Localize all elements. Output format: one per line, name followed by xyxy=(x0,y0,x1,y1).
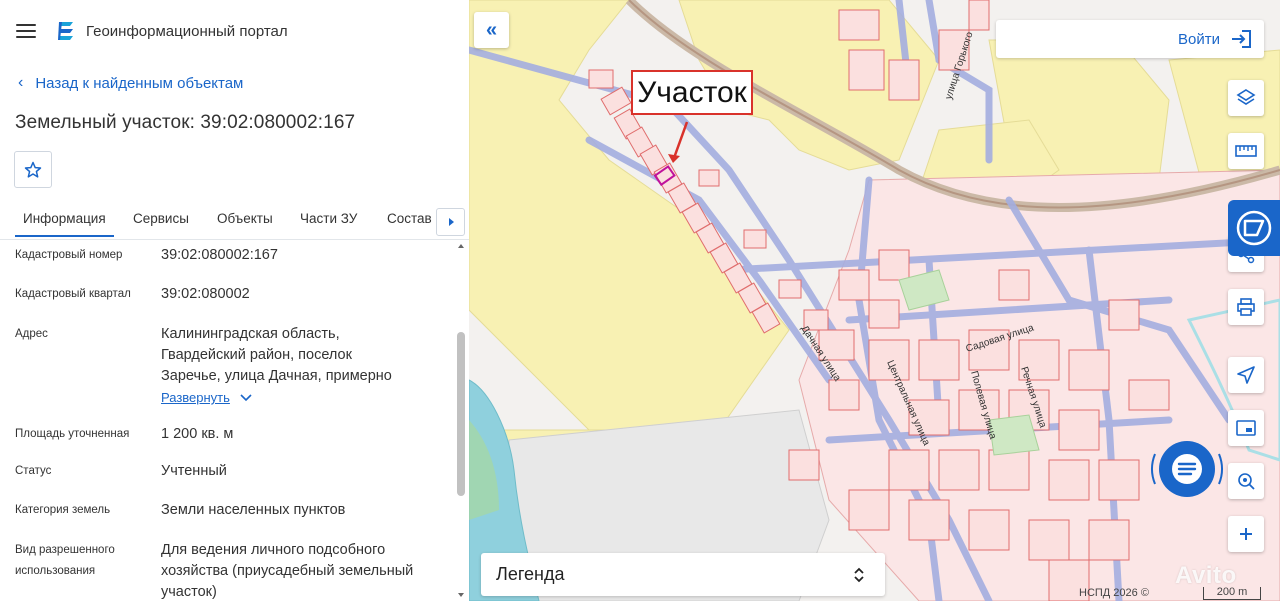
app-title: Геоинформационный портал xyxy=(86,22,288,40)
info-value: 1 200 кв. м xyxy=(161,426,234,442)
login-label: Войти xyxy=(1178,30,1220,48)
info-label: Вид разрешенного использования xyxy=(15,540,155,582)
back-to-results-link[interactable]: ‹ Назад к найденным объектам xyxy=(18,74,243,92)
layers-button[interactable] xyxy=(1228,80,1264,116)
chat-button[interactable] xyxy=(1147,434,1227,504)
info-value: Для ведения личного подсобного хозяйства… xyxy=(161,540,451,601)
info-label: Адрес xyxy=(15,328,48,340)
tab-parts[interactable]: Части ЗУ xyxy=(300,211,357,226)
value-line: Для ведения личного подсобного xyxy=(161,542,386,558)
zoom-in-icon xyxy=(1240,528,1252,540)
zoom-in-button[interactable] xyxy=(1228,516,1264,552)
info-list: Кадастровый номер 39:02:080002:167 Кадас… xyxy=(0,240,455,601)
chevron-down-icon xyxy=(240,393,252,401)
map-scale-bar: 200 m xyxy=(1203,587,1261,600)
search-location-icon xyxy=(1238,473,1255,490)
info-label: Кадастровый номер xyxy=(15,249,123,261)
favorite-button[interactable] xyxy=(14,151,52,188)
value-line: хозяйства (приусадебный земельный xyxy=(161,563,414,579)
label-line: Вид разрешенного xyxy=(15,544,115,556)
tab-services[interactable]: Сервисы xyxy=(133,211,189,226)
minimap-icon xyxy=(1236,420,1256,436)
collapse-panel-button[interactable]: « xyxy=(474,12,509,48)
hamburger-menu-icon[interactable] xyxy=(16,24,36,38)
info-scrollbar[interactable] xyxy=(455,240,467,601)
expand-address-link[interactable]: Развернуть xyxy=(161,387,252,408)
address-line: Гвардейский район, поселок xyxy=(161,347,352,363)
print-button[interactable] xyxy=(1228,289,1264,325)
chevron-left-icon: ‹ xyxy=(18,74,24,91)
info-label: Кадастровый квартал xyxy=(15,288,131,300)
expand-collapse-icon xyxy=(854,567,864,582)
info-value: Учтенный xyxy=(161,463,227,479)
info-value: Земли населенных пунктов xyxy=(161,502,346,518)
tab-composition[interactable]: Состав xyxy=(387,211,432,226)
legend-label: Легенда xyxy=(496,564,565,584)
info-label: Статус xyxy=(15,465,52,477)
feedback-widget-button[interactable] xyxy=(1228,200,1280,256)
minimap-button[interactable] xyxy=(1228,410,1264,446)
top-bar: Геоинформационный портал xyxy=(0,0,469,62)
label-line: использования xyxy=(15,565,96,577)
tab-information[interactable]: Информация xyxy=(15,211,114,237)
navigate-icon xyxy=(1237,366,1255,384)
login-button[interactable]: Войти xyxy=(996,20,1264,58)
expand-label: Развернуть xyxy=(161,390,230,405)
layers-icon xyxy=(1236,89,1256,105)
tab-objects[interactable]: Объекты xyxy=(217,211,273,226)
portal-logo-icon xyxy=(58,22,73,40)
portal-badge-icon xyxy=(1236,210,1272,246)
address-line: Заречье, улица Дачная, примерно xyxy=(161,368,392,384)
ruler-icon xyxy=(1235,145,1257,157)
info-label: Категория земель xyxy=(15,504,111,516)
scroll-down-arrow-icon[interactable] xyxy=(458,593,464,597)
login-icon xyxy=(1232,30,1251,48)
page-title: Земельный участок: 39:02:080002:167 xyxy=(15,112,356,133)
scrollbar-thumb[interactable] xyxy=(457,332,465,496)
scroll-up-arrow-icon[interactable] xyxy=(458,244,464,248)
legend-dropdown[interactable]: Легенда xyxy=(481,553,885,596)
tab-bar: Информация Сервисы Объекты Части ЗУ Сост… xyxy=(0,204,469,240)
value-line: участок) xyxy=(161,584,217,600)
info-label: Площадь уточненная xyxy=(15,428,130,440)
map-canvas[interactable]: улица Горького Дачная улица Садовая улиц… xyxy=(469,0,1280,601)
tabs-scroll-right-button[interactable] xyxy=(436,208,465,236)
star-icon xyxy=(24,161,42,178)
chat-icon xyxy=(1151,441,1223,497)
navigate-button[interactable] xyxy=(1228,357,1264,393)
info-value: 39:02:080002 xyxy=(161,286,250,302)
back-link-label: Назад к найденным объектам xyxy=(35,74,244,92)
caret-right-icon xyxy=(448,218,454,226)
plot-annotation: Участок xyxy=(631,70,753,115)
search-location-button[interactable] xyxy=(1228,463,1264,499)
double-chevron-left-icon: « xyxy=(485,18,498,41)
print-icon xyxy=(1237,298,1255,316)
sidebar-panel: Геоинформационный портал ‹ Назад к найде… xyxy=(0,0,469,601)
address-line: Калининградская область, xyxy=(161,326,340,342)
info-value-address: Калининградская область, Гвардейский рай… xyxy=(161,324,451,409)
ruler-button[interactable] xyxy=(1228,133,1264,169)
map-copyright: НСПД 2026 © xyxy=(1079,587,1149,599)
info-value: 39:02:080002:167 xyxy=(161,247,278,263)
map-base-layer: улица Горького Дачная улица Садовая улиц… xyxy=(469,0,1280,601)
